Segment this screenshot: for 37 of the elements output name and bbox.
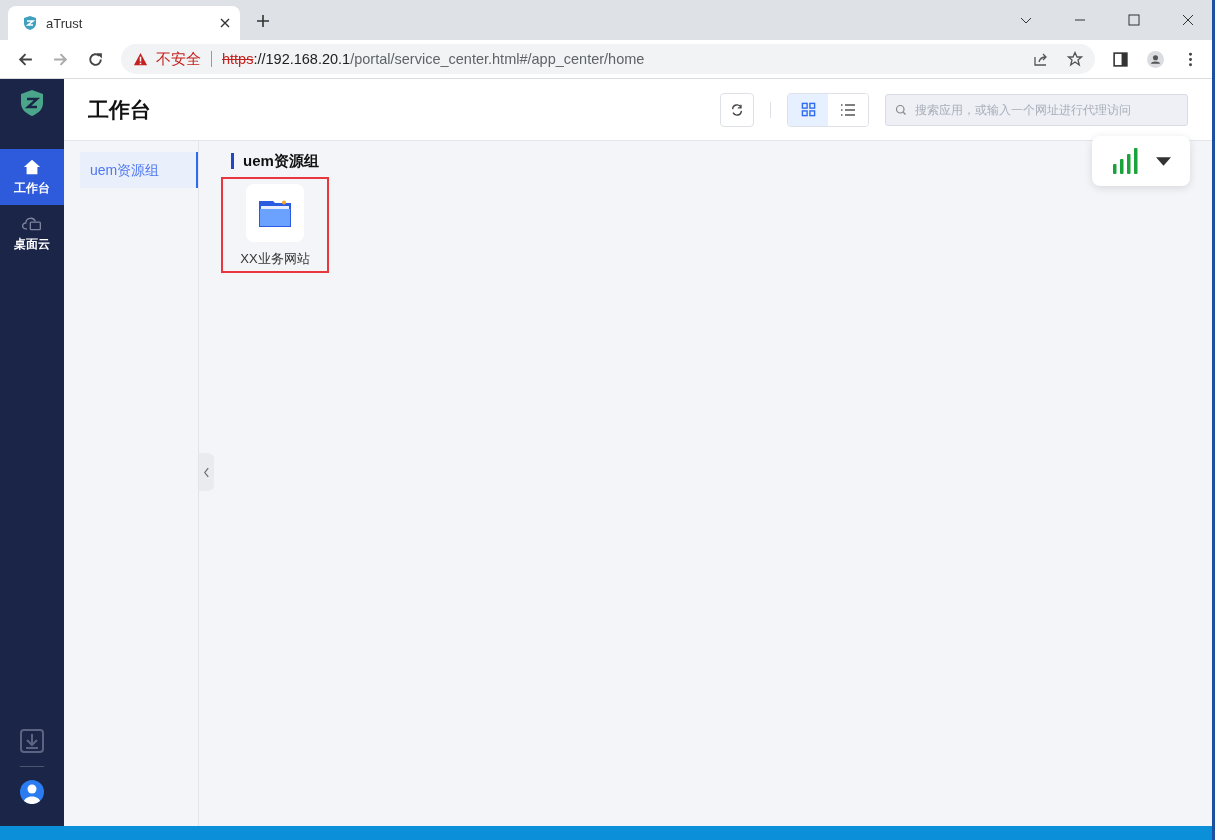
- browser-tab[interactable]: aTrust: [8, 6, 240, 40]
- security-label: 不安全: [156, 49, 201, 69]
- address-bar[interactable]: 不安全 https://192.168.20.1/portal/service_center.html#/app_center/home: [121, 44, 1095, 74]
- nav-item[interactable]: 工作台: [0, 149, 64, 205]
- page-title: 工作台: [88, 96, 151, 123]
- close-icon[interactable]: [220, 18, 230, 28]
- profile-icon[interactable]: [1147, 50, 1164, 68]
- nav-item[interactable]: 桌面云: [0, 205, 64, 261]
- star-icon[interactable]: [1067, 51, 1083, 67]
- dropdown-caret-icon[interactable]: [1155, 156, 1171, 166]
- grid-icon: [800, 102, 816, 117]
- share-icon[interactable]: [1033, 51, 1049, 67]
- refresh-button[interactable]: [720, 92, 754, 127]
- home-icon: [22, 157, 42, 176]
- refresh-icon: [730, 102, 744, 117]
- url-path: /portal/service_center.html#/app_center/home: [350, 51, 645, 67]
- app-tile[interactable]: XX业务网站: [221, 177, 329, 273]
- shield-logo-icon: [22, 15, 38, 31]
- download-icon[interactable]: [20, 729, 44, 753]
- new-tab-icon[interactable]: [256, 14, 270, 28]
- side-panel-icon[interactable]: [1112, 50, 1129, 68]
- url-host: ://192.168.20.1: [253, 51, 351, 67]
- list-icon: [840, 101, 856, 118]
- collapse-handle[interactable]: [199, 453, 214, 491]
- group-item[interactable]: uem资源组: [80, 152, 198, 188]
- url-scheme: https: [222, 51, 254, 67]
- warning-icon: [133, 51, 148, 67]
- folder-icon: [259, 199, 291, 227]
- tab-title: aTrust: [46, 15, 84, 31]
- shield-logo-icon: [19, 89, 45, 117]
- user-avatar-icon[interactable]: [20, 780, 44, 804]
- app-name: XX业务网站: [240, 250, 310, 268]
- signal-bars-icon: [1111, 148, 1138, 174]
- close-icon[interactable]: [1182, 14, 1194, 26]
- grid-view-button[interactable]: [788, 93, 828, 126]
- maximize-icon[interactable]: [1128, 14, 1140, 26]
- reload-icon[interactable]: [87, 50, 104, 68]
